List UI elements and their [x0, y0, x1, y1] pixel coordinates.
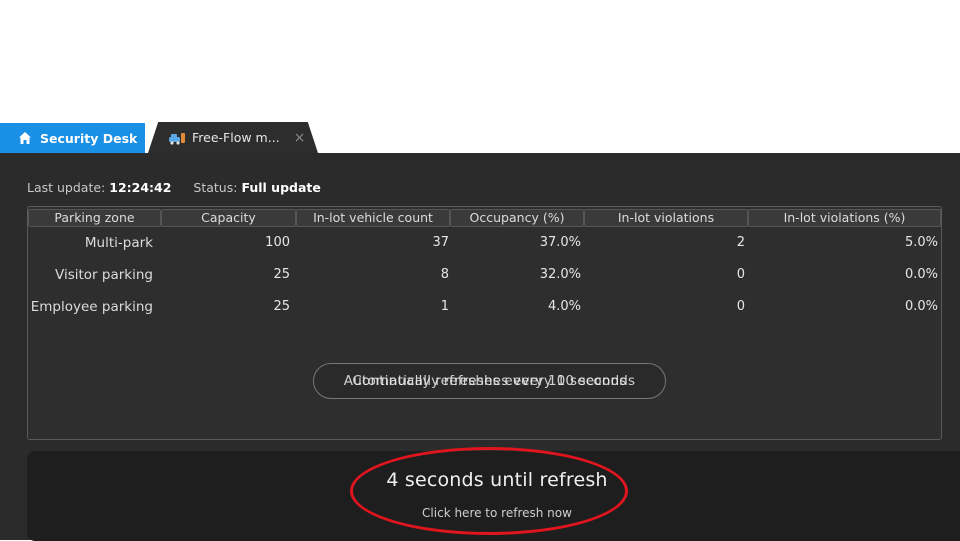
- table-row[interactable]: Multi-park 100 37 37.0% 2 5.0%: [28, 230, 941, 256]
- violations-pct-value: 5.0%: [904, 235, 938, 250]
- parking-vehicle-icon: [168, 131, 186, 145]
- violations-value: 0: [736, 299, 745, 314]
- vehicle-count-value: 8: [440, 267, 449, 282]
- violations-value: 2: [736, 235, 745, 250]
- column-header[interactable]: Occupancy (%): [450, 209, 584, 227]
- refresh-panel[interactable]: 4 seconds until refresh Click here to re…: [27, 451, 960, 541]
- parking-zone-table: Parking zone Capacity In-lot vehicle cou…: [27, 206, 942, 440]
- tab-bar: Security Desk Free-Flow m... ×: [0, 122, 960, 153]
- table-header: Parking zone Capacity In-lot vehicle cou…: [28, 207, 941, 229]
- tab-free-flow[interactable]: Free-Flow m... ×: [148, 122, 318, 153]
- last-update-value: 12:24:42: [109, 180, 172, 195]
- tab-security-desk[interactable]: Security Desk: [0, 123, 145, 153]
- home-icon: [18, 131, 32, 145]
- tab-label: Free-Flow m...: [192, 130, 280, 145]
- main-content: Last update: 12:24:42 Status: Full updat…: [0, 153, 960, 541]
- capacity-value: 25: [273, 299, 290, 314]
- last-update-label: Last update:: [27, 180, 106, 195]
- zone-name: Visitor parking: [55, 267, 153, 283]
- zone-name: Multi-park: [84, 235, 153, 251]
- refresh-now-link[interactable]: Click here to refresh now: [27, 506, 960, 520]
- violations-pct-value: 0.0%: [904, 267, 938, 282]
- column-header[interactable]: In-lot violations (%): [748, 209, 941, 227]
- column-header[interactable]: In-lot vehicle count: [296, 209, 450, 227]
- occupancy-value: 37.0%: [539, 235, 581, 250]
- table-row[interactable]: Employee parking 25 1 4.0% 0 0.0%: [28, 294, 941, 320]
- vehicle-count-value: 37: [432, 235, 449, 250]
- tab-label: Security Desk: [40, 130, 138, 146]
- auto-refresh-notice: Automatically refreshes every 10 seconds…: [313, 363, 666, 399]
- column-header[interactable]: Parking zone: [28, 209, 161, 227]
- occupancy-value: 32.0%: [539, 267, 581, 282]
- status-label: Status:: [193, 180, 238, 195]
- status-value: Full update: [241, 180, 321, 195]
- zone-name: Employee parking: [30, 299, 153, 315]
- refresh-countdown: 4 seconds until refresh: [386, 469, 608, 491]
- occupancy-value: 4.0%: [547, 299, 581, 314]
- capacity-value: 100: [265, 235, 290, 250]
- column-header[interactable]: In-lot violations: [584, 209, 748, 227]
- column-header[interactable]: Capacity: [161, 209, 296, 227]
- auto-refresh-text-overlay: Continually refreshes every 10 seconds: [352, 373, 627, 389]
- violations-value: 0: [736, 267, 745, 282]
- status-line: Last update: 12:24:42 Status: Full updat…: [27, 180, 321, 195]
- capacity-value: 25: [273, 267, 290, 282]
- vehicle-count-value: 1: [440, 299, 449, 314]
- table-row[interactable]: Visitor parking 25 8 32.0% 0 0.0%: [28, 262, 941, 288]
- close-icon[interactable]: ×: [294, 130, 306, 146]
- violations-pct-value: 0.0%: [904, 299, 938, 314]
